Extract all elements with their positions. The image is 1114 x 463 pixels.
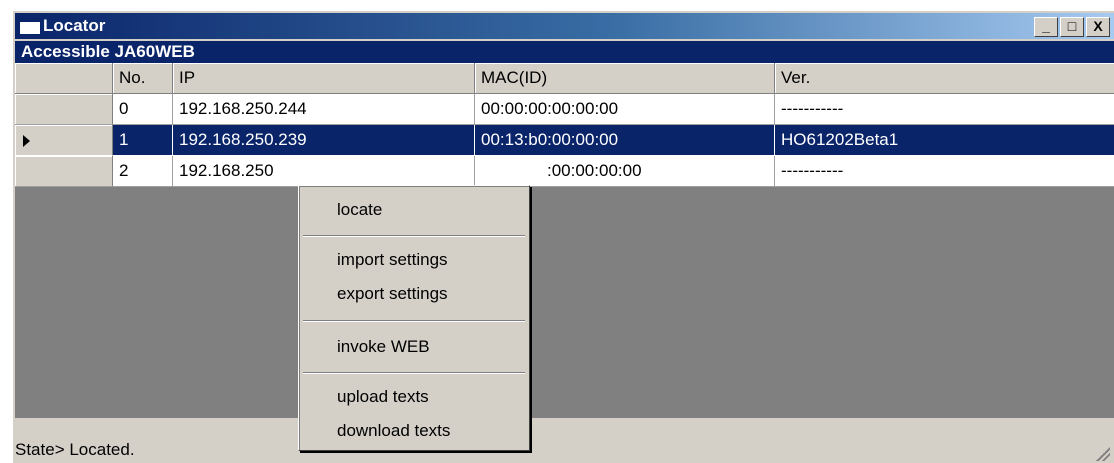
cell-mac[interactable]: :00:00:00:00 [475,156,775,187]
resize-grip-icon[interactable] [1096,447,1110,461]
row-indicator[interactable] [15,94,113,125]
menu-separator [303,235,525,237]
menu-item-import-settings[interactable]: import settings [337,250,448,270]
cell-ver[interactable]: ----------- [775,156,1114,187]
row-indicator[interactable] [15,125,113,156]
context-menu: locate import settings export settings i… [298,185,530,451]
menu-item-export-settings[interactable]: export settings [337,284,448,304]
menu-item-locate[interactable]: locate [337,200,382,220]
device-grid: No. IP MAC(ID) Ver. 0 192.168.250.244 00… [15,63,1114,418]
window-title: Locator [43,16,106,35]
cell-ip[interactable]: 192.168.250.244 [173,94,475,125]
menu-separator [303,320,525,322]
cell-ver[interactable]: ----------- [775,94,1114,125]
header-indicator [15,63,113,94]
title-bar[interactable]: Locator _ □ X [15,13,1114,39]
maximize-button[interactable]: □ [1060,17,1084,37]
cell-mac[interactable]: 00:00:00:00:00:00 [475,94,775,125]
minimize-button[interactable]: _ [1034,17,1058,37]
cell-no[interactable]: 2 [113,156,173,187]
window-icon [19,18,41,35]
menu-separator [303,372,525,374]
menu-item-upload-texts[interactable]: upload texts [337,387,429,407]
current-row-arrow-icon [23,135,30,147]
cell-ver[interactable]: HO61202Beta1 [775,125,1114,156]
cell-mac[interactable]: 00:13:b0:00:00:00 [475,125,775,156]
column-header-ip[interactable]: IP [173,63,475,94]
menu-item-invoke-web[interactable]: invoke WEB [337,337,430,357]
locator-window: Locator _ □ X Accessible JA60WEB No. IP … [12,10,1114,463]
cell-ip[interactable]: 192.168.250 [173,156,475,187]
device-banner: Accessible JA60WEB [15,41,1114,63]
cell-no[interactable]: 0 [113,94,173,125]
column-header-mac[interactable]: MAC(ID) [475,63,775,94]
column-header-ver[interactable]: Ver. [775,63,1114,94]
column-header-no[interactable]: No. [113,63,173,94]
close-button[interactable]: X [1086,17,1110,37]
status-bar-text: State> Located. [15,440,135,459]
menu-item-download-texts[interactable]: download texts [337,421,450,441]
row-indicator[interactable] [15,156,113,187]
cell-no[interactable]: 1 [113,125,173,156]
cell-ip[interactable]: 192.168.250.239 [173,125,475,156]
